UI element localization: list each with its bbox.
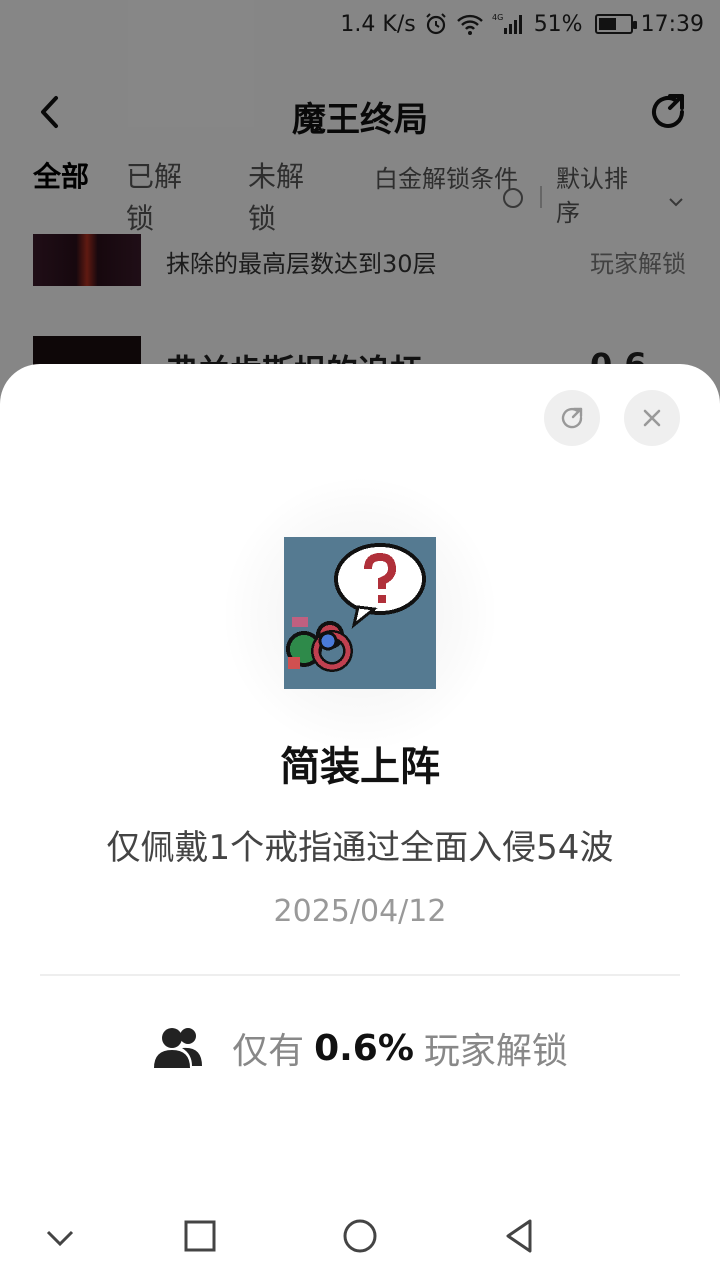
recents-icon[interactable] [180, 1216, 220, 1256]
achievement-description: 仅佩戴1个戒指通过全面入侵54波 [106, 828, 614, 868]
back-icon[interactable] [500, 1216, 540, 1256]
achievement-date: 2025/04/12 [273, 894, 447, 929]
close-icon [643, 409, 661, 427]
users-icon [154, 1028, 203, 1068]
divider [40, 974, 680, 976]
close-button[interactable] [624, 390, 680, 446]
system-nav-bar [0, 1196, 720, 1280]
achievement-title: 简装上阵 [280, 744, 440, 790]
achievement-icon [284, 537, 436, 689]
unlock-stats: 仅有 0.6% 玩家解锁 [0, 1022, 720, 1074]
chevron-down-icon[interactable] [40, 1216, 80, 1256]
home-icon[interactable] [340, 1216, 380, 1256]
stat-prefix: 仅有 [232, 1031, 305, 1072]
share-button[interactable] [544, 390, 600, 446]
stat-percent: 0.6% [314, 1027, 414, 1069]
stat-suffix: 玩家解锁 [423, 1031, 568, 1072]
share-icon [561, 407, 583, 429]
achievement-sheet: 简装上阵 仅佩戴1个戒指通过全面入侵54波 2025/04/12 仅有 0.6%… [0, 364, 720, 1280]
